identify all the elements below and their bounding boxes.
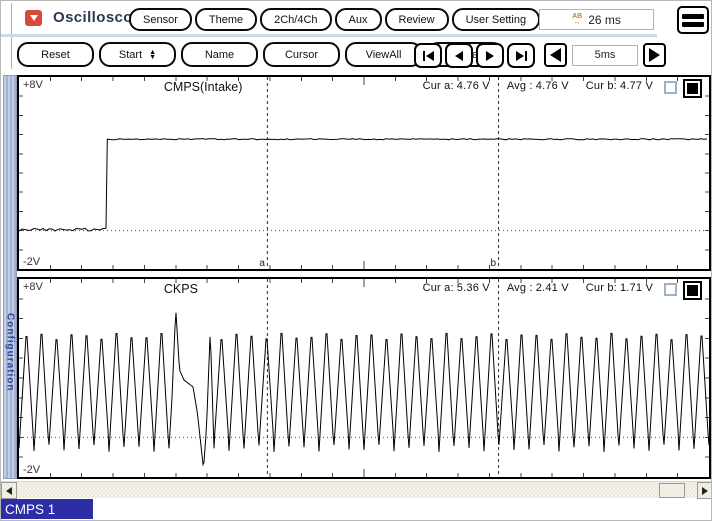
- app-dropdown-icon[interactable]: [25, 10, 42, 26]
- timebase-increase-button[interactable]: [643, 43, 666, 67]
- playback-controls: [414, 43, 535, 68]
- timebase-decrease-button[interactable]: [544, 43, 567, 67]
- aux-button[interactable]: Aux: [334, 8, 382, 31]
- channel-color-indicator[interactable]: [683, 281, 702, 300]
- scrollbar-thumb[interactable]: [659, 483, 685, 498]
- review-button[interactable]: Review: [384, 8, 449, 31]
- channel-tab-cmps1[interactable]: CMPS 1: [1, 499, 93, 519]
- cursor-a-value: 4.76 V: [456, 80, 490, 92]
- channel-color-indicator[interactable]: [683, 79, 702, 98]
- channel-panel-ckps: +8V -2V CKPS Cur a: 5.36 V Avg : 2.41 V …: [17, 277, 711, 479]
- configuration-sidebar-tab[interactable]: Configuration: [3, 75, 17, 479]
- spinner-arrows-icon: ▲ ▼: [149, 48, 157, 61]
- skip-to-start-button[interactable]: [414, 43, 442, 68]
- cmps-waveform-plot[interactable]: [19, 77, 709, 269]
- channel-panel-cmps: +8V -2V CMPS(Intake) Cur a: 4.76 V Avg :…: [17, 75, 711, 271]
- viewall-button[interactable]: ViewAll: [345, 42, 422, 67]
- scroll-left-button[interactable]: [1, 482, 17, 499]
- start-button[interactable]: Start ▲ ▼: [99, 42, 176, 67]
- top-button-row: Sensor Theme 2Ch/4Ch Aux Review User Set…: [129, 8, 541, 31]
- cursor-b-value: 1.71 V: [619, 282, 653, 294]
- cursor-button[interactable]: Cursor: [263, 42, 340, 67]
- channel-mode-button[interactable]: 2Ch/4Ch: [260, 8, 332, 31]
- cursor-a-value: 5.36 V: [456, 282, 490, 294]
- triangle-left-icon: [6, 486, 12, 495]
- avg-value: 2.41 V: [535, 282, 569, 294]
- a-b-cursor-icon: AB ↔: [572, 12, 583, 26]
- menu-bar-icon: [682, 13, 704, 19]
- user-setting-button[interactable]: User Setting: [451, 8, 541, 31]
- timebase-selector: 5ms: [544, 43, 666, 67]
- timebase-value: 5ms: [572, 44, 638, 66]
- y-max-label: +8V: [23, 281, 43, 293]
- cursor-time-value: 26 ms: [588, 12, 621, 27]
- channel-checkbox[interactable]: [664, 283, 677, 296]
- cursor-b-value: 4.77 V: [619, 80, 653, 92]
- name-button[interactable]: Name: [181, 42, 258, 67]
- triangle-left-icon: [455, 50, 463, 61]
- y-max-label: +8V: [23, 79, 43, 91]
- toolbar-accent-strip: [1, 34, 657, 37]
- y-min-label: -2V: [23, 464, 41, 476]
- channel-title: CMPS(Intake): [163, 80, 243, 94]
- triangle-right-icon: [702, 486, 708, 495]
- split-view-menu-icon[interactable]: [677, 6, 709, 34]
- theme-button[interactable]: Theme: [194, 8, 258, 31]
- step-back-button[interactable]: [445, 43, 473, 68]
- cursor-b-label: b: [490, 258, 497, 269]
- triangle-left-icon: [425, 50, 434, 61]
- ckps-waveform-plot[interactable]: [19, 279, 709, 477]
- channel-title: CKPS: [163, 282, 198, 296]
- channel-checkbox[interactable]: [664, 81, 677, 94]
- menu-bar-icon: [682, 21, 704, 27]
- sidebar-label: Configuration: [4, 312, 16, 392]
- measurement-readouts: Cur a: 4.76 V Avg : 4.76 V Cur b: 4.77 V: [422, 80, 653, 92]
- step-forward-button[interactable]: [476, 43, 504, 68]
- reset-button[interactable]: Reset: [17, 42, 94, 67]
- triangle-right-icon: [649, 48, 660, 62]
- measurement-readouts: Cur a: 5.36 V Avg : 2.41 V Cur b: 1.71 V: [422, 282, 653, 294]
- skip-to-end-button[interactable]: [507, 43, 535, 68]
- scroll-right-button[interactable]: [697, 482, 711, 499]
- oscilloscope-window: Oscilloscope Sensor Theme 2Ch/4Ch Aux Re…: [0, 0, 712, 521]
- cursor-time-readout: AB ↔ 26 ms: [539, 9, 654, 30]
- triangle-down-icon: [29, 15, 38, 21]
- y-min-label: -2V: [23, 256, 41, 268]
- avg-value: 4.76 V: [535, 80, 569, 92]
- sensor-button[interactable]: Sensor: [129, 8, 192, 31]
- cursor-a-label: a: [259, 258, 265, 269]
- triangle-right-icon: [486, 50, 494, 61]
- triangle-right-icon: [515, 50, 524, 61]
- triangle-left-icon: [550, 48, 561, 62]
- horizontal-scrollbar[interactable]: [1, 481, 711, 499]
